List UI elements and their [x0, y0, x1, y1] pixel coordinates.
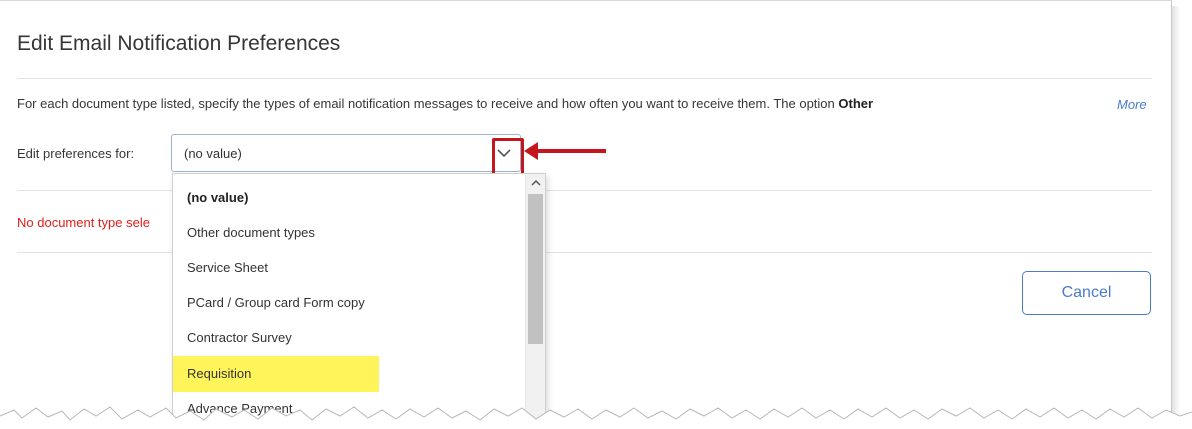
- divider: [17, 78, 1152, 79]
- option-requisition[interactable]: Requisition: [173, 356, 379, 392]
- description-bold: Other: [838, 96, 874, 111]
- scroll-up-icon[interactable]: [526, 174, 546, 192]
- option-advance-payment[interactable]: Advance Payment: [173, 391, 523, 427]
- description-text: For each document type listed, specify t…: [17, 96, 1117, 111]
- option-no-value[interactable]: (no value): [173, 180, 523, 216]
- more-link[interactable]: More: [1117, 97, 1147, 112]
- option-pcard-group-card-form-copy[interactable]: PCard / Group card Form copy: [173, 285, 523, 321]
- scroll-thumb[interactable]: [528, 194, 543, 344]
- chevron-down-icon[interactable]: [494, 143, 514, 163]
- edit-preferences-label: Edit preferences for:: [17, 146, 135, 161]
- error-message: No document type sele: [17, 215, 150, 230]
- page-title: Edit Email Notification Preferences: [17, 32, 341, 55]
- document-type-dropdown-list[interactable]: (no value) Other document types Service …: [172, 173, 546, 429]
- option-service-sheet[interactable]: Service Sheet: [173, 250, 523, 286]
- document-type-select[interactable]: (no value): [171, 134, 521, 172]
- select-value: (no value): [184, 146, 242, 161]
- option-other-document-types[interactable]: Other document types: [173, 215, 523, 251]
- description-prefix: For each document type listed, specify t…: [17, 96, 839, 111]
- option-contractor-survey[interactable]: Contractor Survey: [173, 320, 523, 356]
- dropdown-scrollbar[interactable]: [525, 174, 545, 429]
- annotation-arrow-icon: [524, 142, 606, 160]
- cancel-button[interactable]: Cancel: [1022, 271, 1151, 315]
- frame-shadow: [1172, 6, 1180, 426]
